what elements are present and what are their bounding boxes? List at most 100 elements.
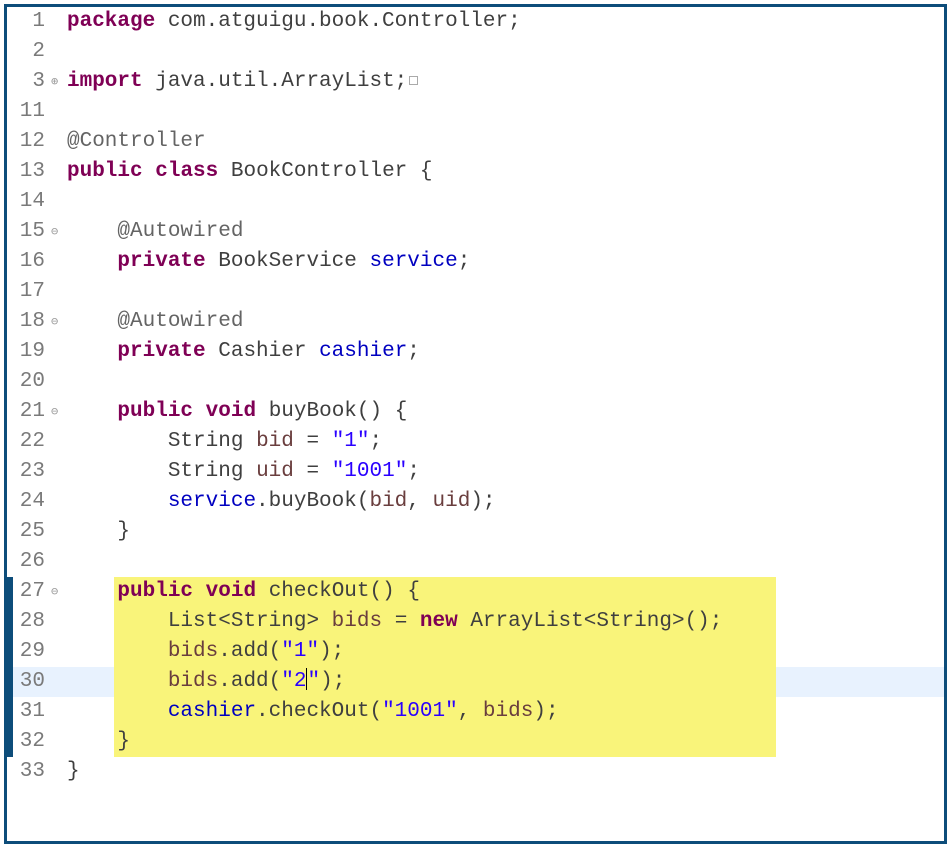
token-txt: );: [470, 490, 495, 513]
code-line[interactable]: 28 List<String> bids = new ArrayList<Str…: [7, 607, 944, 637]
token-field: cashier: [168, 700, 256, 723]
line-number: 27: [7, 577, 51, 607]
line-number: 24: [7, 487, 51, 517]
code-content[interactable]: bids.add("2");: [65, 667, 944, 697]
code-content[interactable]: package com.atguigu.book.Controller;: [65, 7, 944, 37]
code-content[interactable]: public void buyBook() {: [65, 397, 944, 427]
code-content[interactable]: [65, 367, 944, 397]
token-type: BookController: [231, 160, 407, 183]
token-kw: void: [206, 400, 256, 423]
code-line[interactable]: 1package com.atguigu.book.Controller;: [7, 7, 944, 37]
token-txt: [256, 400, 269, 423]
token-kw: public: [67, 160, 143, 183]
token-str: "1001": [382, 700, 458, 723]
code-content[interactable]: private BookService service;: [65, 247, 944, 277]
code-line[interactable]: 17: [7, 277, 944, 307]
code-line[interactable]: 13public class BookController {: [7, 157, 944, 187]
line-number: 3: [7, 67, 51, 97]
token-txt: [67, 460, 168, 483]
token-txt: () {: [357, 400, 407, 423]
code-line[interactable]: 18⊖ @Autowired: [7, 307, 944, 337]
code-line[interactable]: 12@Controller: [7, 127, 944, 157]
token-method: buyBook: [269, 400, 357, 423]
token-txt: );: [320, 670, 345, 693]
token-txt: [193, 400, 206, 423]
code-line[interactable]: 29 bids.add("1");: [7, 637, 944, 667]
code-content[interactable]: [65, 37, 944, 67]
code-line[interactable]: 19 private Cashier cashier;: [7, 337, 944, 367]
code-content[interactable]: public void checkOut() {: [65, 577, 944, 607]
code-content[interactable]: @Autowired: [65, 307, 944, 337]
code-area[interactable]: 1package com.atguigu.book.Controller;23⊕…: [7, 7, 944, 841]
token-var: bids: [483, 700, 533, 723]
token-type: String: [168, 460, 244, 483]
code-content[interactable]: public class BookController {: [65, 157, 944, 187]
code-content[interactable]: List<String> bids = new ArrayList<String…: [65, 607, 944, 637]
token-field: cashier: [319, 340, 407, 363]
change-marker: [7, 577, 13, 607]
code-content[interactable]: [65, 97, 944, 127]
code-line[interactable]: 11: [7, 97, 944, 127]
token-field: service: [369, 250, 457, 273]
code-content[interactable]: @Autowired: [65, 217, 944, 247]
change-marker: [7, 607, 13, 637]
token-txt: );: [319, 640, 344, 663]
code-content[interactable]: private Cashier cashier;: [65, 337, 944, 367]
code-line[interactable]: 3⊕import java.util.ArrayList;: [7, 67, 944, 97]
code-line[interactable]: 33}: [7, 757, 944, 787]
code-content[interactable]: cashier.checkOut("1001", bids);: [65, 697, 944, 727]
token-var: bids: [168, 670, 218, 693]
gutter-annotation[interactable]: ⊖: [51, 217, 65, 247]
code-content[interactable]: [65, 187, 944, 217]
code-content[interactable]: import java.util.ArrayList;: [65, 67, 944, 97]
code-line[interactable]: 22 String bid = "1";: [7, 427, 944, 457]
code-content[interactable]: String bid = "1";: [65, 427, 944, 457]
code-line[interactable]: 2: [7, 37, 944, 67]
code-content[interactable]: [65, 277, 944, 307]
token-txt: }: [67, 730, 130, 753]
code-line[interactable]: 16 private BookService service;: [7, 247, 944, 277]
code-content[interactable]: }: [65, 517, 944, 547]
code-line[interactable]: 27⊖ public void checkOut() {: [7, 577, 944, 607]
token-kw: private: [117, 340, 205, 363]
token-method: checkOut: [269, 580, 370, 603]
gutter-annotation: [51, 517, 65, 547]
code-content[interactable]: service.buyBook(bid, uid);: [65, 487, 944, 517]
gutter-annotation[interactable]: ⊖: [51, 577, 65, 607]
token-annot: @Autowired: [117, 220, 243, 243]
token-kw: new: [420, 610, 458, 633]
code-line[interactable]: 14: [7, 187, 944, 217]
code-line[interactable]: 30 bids.add("2");: [7, 667, 944, 697]
gutter-annotation[interactable]: ⊖: [51, 397, 65, 427]
code-line[interactable]: 23 String uid = "1001";: [7, 457, 944, 487]
code-editor[interactable]: 1package com.atguigu.book.Controller;23⊕…: [4, 4, 947, 844]
code-content[interactable]: @Controller: [65, 127, 944, 157]
code-line[interactable]: 31 cashier.checkOut("1001", bids);: [7, 697, 944, 727]
line-number: 14: [7, 187, 51, 217]
code-line[interactable]: 21⊖ public void buyBook() {: [7, 397, 944, 427]
token-var: bid: [369, 490, 407, 513]
fold-indicator-icon[interactable]: [409, 76, 418, 85]
code-line[interactable]: 32 }: [7, 727, 944, 757]
gutter-annotation[interactable]: ⊕: [51, 67, 65, 97]
code-content[interactable]: }: [65, 727, 944, 757]
code-content[interactable]: [65, 547, 944, 577]
token-kw: package: [67, 10, 155, 33]
gutter-annotation: [51, 247, 65, 277]
code-line[interactable]: 25 }: [7, 517, 944, 547]
code-line[interactable]: 15⊖ @Autowired: [7, 217, 944, 247]
code-content[interactable]: }: [65, 757, 944, 787]
gutter-annotation: [51, 157, 65, 187]
gutter-annotation[interactable]: ⊖: [51, 307, 65, 337]
token-var: bids: [168, 640, 218, 663]
code-line[interactable]: 26: [7, 547, 944, 577]
token-txt: ;: [458, 250, 471, 273]
code-content[interactable]: String uid = "1001";: [65, 457, 944, 487]
code-content[interactable]: bids.add("1");: [65, 637, 944, 667]
change-marker: [7, 637, 13, 667]
token-txt: [67, 430, 168, 453]
token-txt: );: [533, 700, 558, 723]
code-line[interactable]: 20: [7, 367, 944, 397]
token-var: bid: [256, 430, 294, 453]
code-line[interactable]: 24 service.buyBook(bid, uid);: [7, 487, 944, 517]
